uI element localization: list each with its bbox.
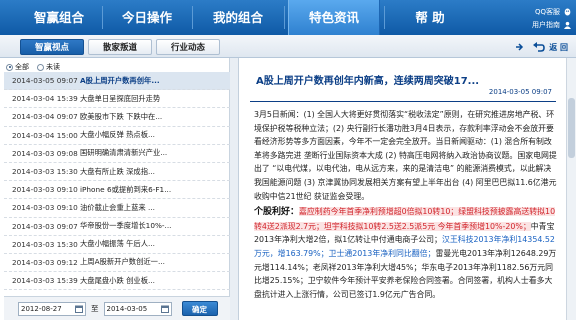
news-item-title: 大盘有所止跌 深成指... — [80, 166, 155, 176]
news-item-time: 2014-03-03 15:30 — [12, 167, 78, 177]
news-item-title: 大盘单日呈探底回升走势 — [80, 93, 161, 103]
confirm-button[interactable]: 确定 — [181, 301, 218, 316]
calendar-icon[interactable] — [160, 305, 169, 313]
user-guide-label: 用户指南 — [532, 20, 560, 29]
date-to-label: 至 — [91, 304, 99, 313]
article-body: 3月5日新闻：(1) 全国人大将更好贯彻落实“税收法定”原则，在研究推进房地产税… — [254, 108, 558, 301]
news-item-time: 2014-03-03 09:07 — [12, 221, 78, 231]
news-list-item[interactable]: 2014-03-03 09:08 国研明确清肃清新兴产业... — [4, 145, 230, 163]
stock-highlights: 个股利好：嘉应制药今年首季净利预增超0倍拟10转10；绿盟科技预披露高送转拟10… — [254, 205, 558, 301]
news-item-title: 大盘小幅振荡 午后人... — [80, 239, 155, 249]
news-list-item[interactable]: 2014-03-03 09:10 油价截止会重上蓝来 ... — [4, 199, 230, 218]
nav-separator — [102, 6, 103, 29]
filter-unread-radio[interactable] — [37, 63, 44, 71]
news-item-title: 国研明确清肃清新兴产业... — [80, 148, 168, 158]
news-list-item[interactable]: 2014-03-05 09:07 A股上周开户数再创年... — [4, 72, 230, 91]
news-item-title: 大盘小幅反弹 热点板... — [80, 130, 155, 140]
nav-separator — [384, 6, 385, 29]
nav-separator — [192, 6, 193, 29]
news-list-item[interactable]: 2014-03-03 09:10 iPhone 6或提前到来6-F1... — [4, 181, 230, 200]
date-from-field[interactable]: 2012-08-27 — [18, 301, 86, 316]
nav-item-today[interactable]: 今日操作 — [106, 0, 188, 35]
news-item-title: 上周A股新开户数创近一... — [80, 257, 165, 267]
top-links: QQ客服 用户指南 — [494, 6, 572, 32]
news-item-time: 2014-03-04 09:07 — [12, 112, 78, 122]
qq-icon — [564, 7, 571, 16]
filter-unread-label: 未读 — [46, 63, 60, 71]
filter-all-radio[interactable] — [6, 63, 13, 71]
back-button[interactable]: 返 回 — [549, 42, 568, 53]
article-date: 2014-03-05 09:07 — [488, 88, 552, 96]
news-list: 2014-03-05 09:07 A股上周开户数再创年... 2014-03-04 … — [4, 72, 230, 291]
news-list-item[interactable]: 2014-03-03 15:30 大盘小幅振荡 午后人... — [4, 236, 230, 254]
tab-sanjia[interactable]: 散家叛道 — [88, 39, 152, 55]
article-paragraph: 3月5日新闻：(1) 全国人大将更好贯彻落实“税收法定”原则，在研究推进房地产税… — [254, 108, 558, 203]
article-scrollbar[interactable] — [566, 58, 576, 320]
article-paragraph-text: 3月5日新闻：(1) 全国人大将更好贯彻落实“税收法定”原则，在研究推进房地产税… — [254, 110, 557, 201]
article-title: A股上周开户数再创年内新高，连续两周突破17... — [256, 76, 480, 87]
tab-industry[interactable]: 行业动态 — [156, 39, 220, 55]
date-from-value: 2012-08-27 — [21, 304, 62, 313]
news-list-item[interactable]: 2014-03-03 09:07 华帝股份一季度增长10%-... — [4, 218, 230, 236]
news-item-title: iPhone 6或提前到来6-F1... — [80, 184, 172, 194]
forward-arrow-icon[interactable] — [514, 42, 524, 52]
back-controls: 返 回 — [514, 39, 568, 55]
read-filter: 全部 未读 — [6, 62, 68, 72]
article-panel: A股上周开户数再创年内新高，连续两周突破17... 2014-03-05 09:… — [240, 58, 566, 320]
news-item-time: 2014-03-03 09:08 — [12, 148, 78, 158]
news-item-time: 2014-03-03 15:30 — [12, 239, 78, 249]
highlights-label: 个股利好： — [254, 207, 300, 218]
news-list-item[interactable]: 2014-03-03 15:30 大盘有所止跌 深成指... — [4, 163, 230, 182]
news-list-item[interactable]: 2014-03-03 09:12 上周A股新开户数创近一... — [4, 254, 230, 273]
back-arrow-icon[interactable] — [532, 40, 546, 54]
nav-item-featured-news[interactable]: 特色资讯 — [288, 0, 380, 35]
splitter[interactable] — [230, 58, 239, 320]
tab-zhiying-viewpoint[interactable]: 智赢视点 — [20, 39, 84, 55]
qq-support-label: QQ客服 — [534, 7, 560, 16]
nav-item-my-portfolio[interactable]: 我的组合 — [196, 0, 280, 35]
news-item-time: 2014-03-04 15:39 — [12, 94, 78, 104]
top-nav: 智赢组合 今日操作 我的组合 特色资讯 帮 助 QQ客服 用户指南 — [0, 0, 576, 35]
news-item-time: 2014-03-05 09:07 — [12, 76, 78, 86]
nav-item-zhiying[interactable]: 智赢组合 — [20, 0, 98, 35]
date-to-field[interactable]: 2014-03-05 — [103, 301, 172, 316]
filter-all-label: 全部 — [15, 63, 29, 71]
calendar-icon[interactable] — [75, 305, 83, 313]
nav-item-help[interactable]: 帮 助 — [388, 0, 472, 35]
news-item-title: 欧美股市下跌 下跌中在... — [80, 111, 163, 121]
highlight-red-text: 嘉应制药今年首季净利预增超0倍拟10转10；绿盟科技预披露高送转拟10转4送2派… — [254, 207, 556, 231]
news-item-time: 2014-03-03 09:10 — [12, 185, 78, 195]
news-list-item[interactable]: 2014-03-04 15:00 大盘小幅反弹 热点板... — [4, 127, 230, 145]
user-guide-link[interactable]: 用户指南 — [494, 19, 572, 30]
news-list-item[interactable]: 2014-03-04 09:07 欧美股市下跌 下跌中在... — [4, 108, 230, 127]
sub-nav: 智赢视点 散家叛道 行业动态 返 回 — [0, 35, 576, 58]
news-item-title: 华帝股份一季度增长10%-... — [80, 221, 172, 231]
news-item-time: 2014-03-03 09:12 — [12, 257, 78, 267]
news-item-title: 大盘尾盘小跌 创业板... — [80, 275, 155, 285]
news-item-time: 2014-03-04 15:00 — [12, 130, 78, 140]
news-item-time: 2014-03-03 09:10 — [12, 203, 78, 213]
nav-separator — [284, 6, 285, 29]
news-item-title: 油价截止会重上蓝来 ... — [80, 202, 155, 212]
news-list-panel: 全部 未读 2014-03-05 09:07 A股上周开户数再创年... 2014-… — [4, 58, 230, 320]
title-divider — [250, 101, 556, 102]
news-list-item[interactable]: 2014-03-03 15:39 大盘尾盘小跌 创业板... — [4, 272, 230, 291]
scrollbar-thumb[interactable] — [568, 98, 575, 158]
news-item-time: 2014-03-03 15:39 — [12, 276, 78, 286]
date-range-bar: 2012-08-27 至 2014-03-05 确定 — [4, 296, 230, 320]
date-to-value: 2014-03-05 — [106, 304, 148, 313]
qq-support-link[interactable]: QQ客服 — [494, 6, 572, 17]
news-item-title: A股上周开户数再创年... — [80, 75, 160, 85]
news-list-item[interactable]: 2014-03-04 15:39 大盘单日呈探底回升走势 — [4, 90, 230, 109]
user-icon — [563, 21, 572, 29]
